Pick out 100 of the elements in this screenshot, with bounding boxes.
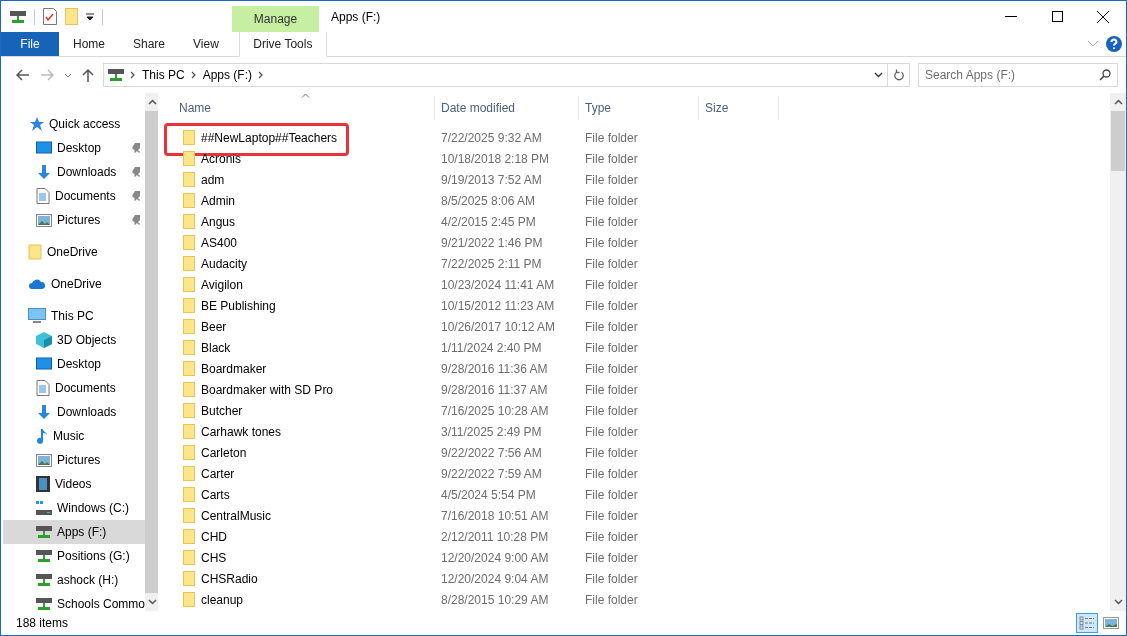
navigation-item[interactable]: Music (3, 424, 146, 448)
folder-icon (183, 193, 195, 208)
chevron-icon (190, 71, 197, 79)
search-field[interactable]: Search Apps (F:) (918, 63, 1118, 87)
date-modified: 4/2/2015 2:45 PM (440, 214, 537, 229)
file-name[interactable]: CentralMusic (201, 508, 272, 523)
file-name[interactable]: Carts (201, 487, 230, 502)
navigation-item[interactable]: Windows (C:) (3, 496, 146, 520)
folder-icon (183, 319, 195, 334)
column-header[interactable]: Name (173, 96, 435, 120)
navigation-item[interactable]: OneDrive (3, 272, 146, 296)
breadcrumb-item[interactable]: Apps (F:) (202, 68, 253, 82)
file-name[interactable]: Carhawk tones (201, 424, 282, 439)
download-arrow-icon (36, 164, 52, 180)
navigation-item[interactable]: Positions (G:) (3, 544, 146, 568)
date-modified: 12/20/2024 9:00 AM (440, 550, 550, 565)
file-name[interactable]: ##NewLaptop##Teachers (201, 130, 338, 145)
scroll-thumb[interactable] (1111, 111, 1125, 171)
navigation-item[interactable]: Desktop (3, 352, 146, 376)
navigation-item[interactable]: 3D Objects (3, 328, 146, 352)
item-count: 188 items (16, 616, 69, 630)
file-type: File folder (584, 487, 639, 502)
folder-icon (183, 277, 195, 292)
file-type: File folder (584, 466, 639, 481)
file-name[interactable]: Avigilon (201, 277, 243, 292)
navigation-item[interactable]: OneDrive (3, 240, 146, 264)
file-type: File folder (584, 172, 639, 187)
file-name[interactable]: BE Publishing (201, 298, 276, 313)
chevron-down-icon (64, 72, 72, 78)
breadcrumb-item[interactable]: This PC (142, 68, 185, 82)
date-modified: 1/11/2024 2:40 PM (440, 340, 543, 355)
file-type: File folder (584, 424, 639, 439)
file-name[interactable]: adm (201, 172, 225, 187)
date-modified: 9/28/2016 11:36 AM (440, 361, 549, 376)
folder-icon (183, 424, 195, 439)
details-view-button[interactable] (1076, 613, 1098, 633)
file-name[interactable]: Audacity (201, 256, 248, 271)
close-icon (1097, 10, 1109, 23)
drive-icon (36, 501, 52, 515)
scroll-down-icon[interactable] (147, 599, 157, 605)
column-header[interactable]: Size (699, 96, 779, 120)
folder-icon (183, 487, 195, 502)
navigation-item[interactable]: This PC (3, 304, 146, 328)
ribbon-tab[interactable]: Home (59, 32, 119, 56)
file-name[interactable]: AS400 (201, 235, 238, 250)
navigation-item[interactable]: Documents (3, 376, 146, 400)
file-type: File folder (584, 592, 639, 607)
scroll-up-icon[interactable] (147, 99, 157, 105)
file-name[interactable]: Admin (201, 193, 235, 208)
navigation-item[interactable]: Apps (F:) (3, 520, 146, 544)
file-type: File folder (584, 193, 639, 208)
column-header[interactable]: Date modified (435, 96, 579, 120)
navigation-item[interactable]: Schools Commo (3, 592, 146, 611)
dropdown-icon[interactable] (86, 12, 94, 21)
ribbon-tab[interactable]: View (179, 32, 233, 56)
address-bar[interactable]: This PC Apps (F:) (103, 63, 888, 87)
checklist-icon[interactable] (43, 8, 57, 25)
file-type: File folder (584, 508, 639, 523)
scroll-up-icon[interactable] (1113, 99, 1123, 105)
date-modified: 7/16/2018 10:51 AM (440, 508, 550, 523)
file-name[interactable]: Acronis (201, 151, 241, 166)
dropdown-icon[interactable] (874, 72, 883, 78)
help-icon[interactable] (1106, 36, 1122, 52)
ribbon-tab[interactable]: File (1, 32, 59, 56)
navigation-item[interactable]: Downloads (3, 400, 146, 424)
file-name[interactable]: Carleton (201, 445, 247, 460)
file-name[interactable]: Angus (201, 214, 236, 229)
navigation-item[interactable]: Pictures (3, 448, 146, 472)
date-modified: 3/11/2025 2:49 PM (440, 424, 543, 439)
download-arrow-icon (36, 404, 52, 420)
navigation-item[interactable]: Documents (3, 184, 146, 208)
navigation-item[interactable]: ashock (H:) (3, 568, 146, 592)
file-name[interactable]: Butcher (201, 403, 243, 418)
navigation-item[interactable]: Videos (3, 472, 146, 496)
file-name[interactable]: Black (201, 340, 231, 355)
file-name[interactable]: CHSRadio (201, 571, 258, 586)
folder-icon (183, 592, 195, 607)
folder-icon (183, 340, 195, 355)
column-header[interactable]: Type (579, 96, 699, 120)
file-name[interactable]: CHD (201, 529, 227, 544)
ribbon-tab[interactable]: Drive Tools (238, 32, 327, 57)
navigation-item[interactable]: Quick access (3, 112, 146, 136)
navigation-item[interactable]: Desktop (3, 136, 146, 160)
folder-icon (183, 571, 195, 586)
file-name[interactable]: CHS (201, 550, 227, 565)
file-name[interactable]: Boardmaker with SD Pro (201, 382, 334, 397)
file-name[interactable]: Beer (201, 319, 227, 334)
file-name[interactable]: Boardmaker (201, 361, 267, 376)
navigation-item[interactable]: Pictures (3, 208, 146, 232)
network-drive-icon (10, 9, 26, 24)
navigation-item[interactable]: Downloads (3, 160, 146, 184)
scrollbar[interactable] (1110, 93, 1126, 611)
file-name[interactable]: cleanup (201, 592, 244, 607)
refresh-button[interactable] (888, 63, 910, 87)
search-icon (1099, 69, 1111, 81)
folder-icon (183, 214, 195, 229)
file-name[interactable]: Carter (201, 466, 235, 481)
scroll-down-icon[interactable] (1113, 599, 1123, 605)
music-note-icon (36, 428, 48, 444)
ribbon-tab[interactable]: Share (119, 32, 180, 56)
